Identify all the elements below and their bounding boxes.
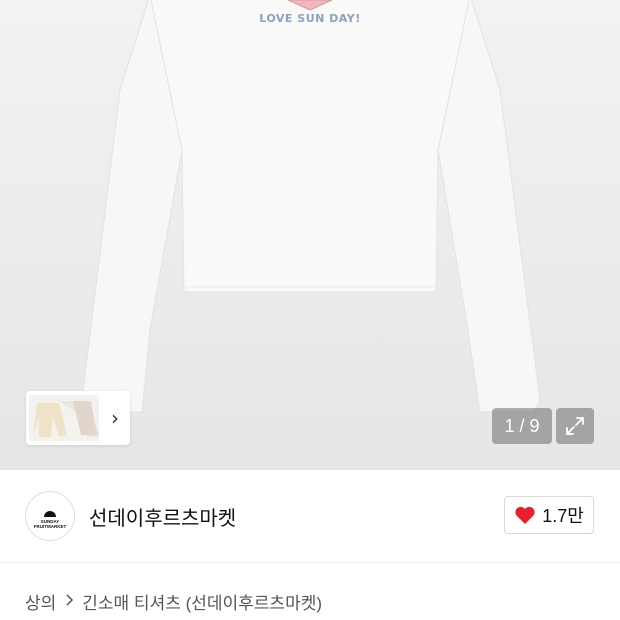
heart-icon (515, 506, 535, 524)
shop-name[interactable]: 선데이후르츠마켓 (89, 502, 236, 531)
like-button[interactable]: 1.7만 (504, 496, 594, 534)
breadcrumb: 상의 긴소매 티셔츠 (선데이후르츠마켓) (25, 589, 322, 614)
chevron-right-icon (66, 593, 74, 610)
expand-arrows-icon (566, 417, 584, 435)
breadcrumb-category[interactable]: 상의 (25, 589, 56, 614)
product-image-gallery[interactable]: LOVE SUN DAY! › 1 / 9 (0, 0, 620, 470)
thumbnail-image[interactable] (29, 395, 101, 441)
thumbnail-strip[interactable]: › (26, 391, 130, 445)
breadcrumb-subcategory[interactable]: 긴소매 티셔츠 (선데이후르츠마켓) (82, 589, 322, 614)
sun-icon (44, 511, 56, 517)
logo-text-line2: FRUITMARKET (33, 524, 67, 529)
chevron-right-icon[interactable]: › (104, 405, 126, 431)
image-counter: 1 / 9 (492, 408, 552, 444)
expand-button[interactable] (556, 408, 594, 444)
divider (0, 562, 620, 563)
print-text: LOVE SUN DAY! (259, 12, 361, 25)
shop-logo[interactable]: SUNDAY FRUITMARKET (25, 491, 75, 541)
shop-row: SUNDAY FRUITMARKET 선데이후르츠마켓 1.7만 (0, 470, 620, 562)
like-count: 1.7만 (542, 506, 584, 526)
